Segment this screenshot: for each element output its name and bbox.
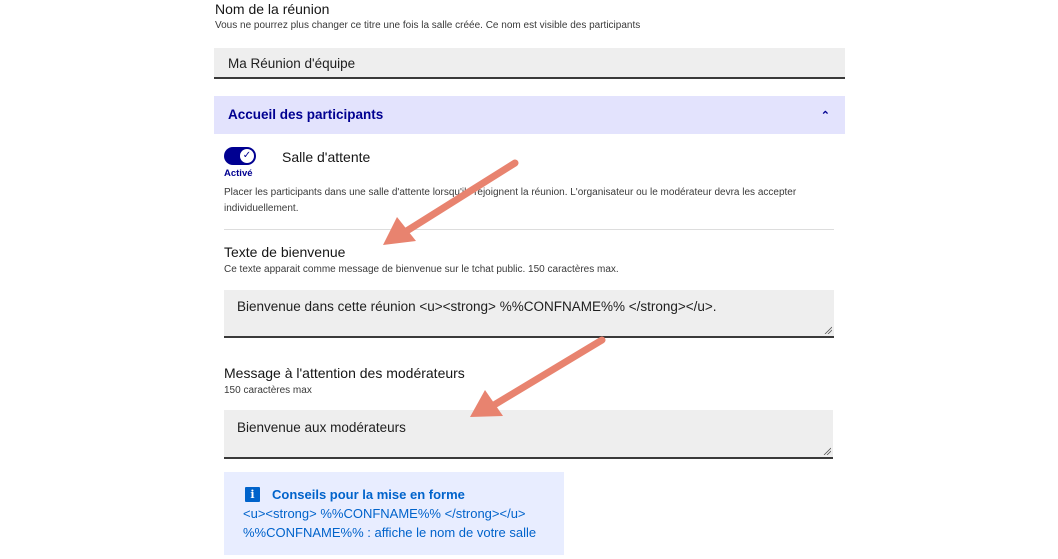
- annotation-arrow: [490, 336, 606, 409]
- annotation-arrow: [401, 159, 519, 236]
- annotation-arrows: [383, 159, 606, 417]
